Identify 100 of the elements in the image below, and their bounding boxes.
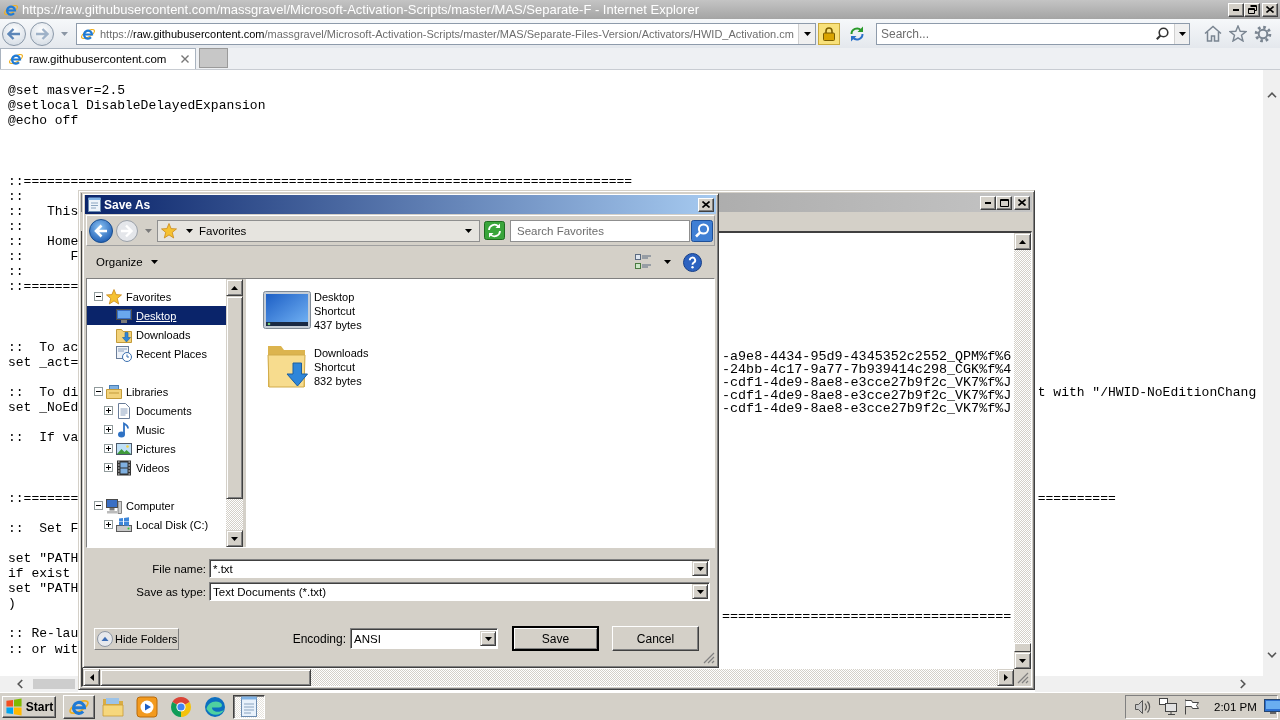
encoding-dropdown[interactable]: ANSI (350, 628, 498, 649)
collapse-icon[interactable] (94, 292, 103, 301)
search-icon (1155, 27, 1169, 40)
scroll-down-button[interactable] (1014, 652, 1031, 669)
file-type-dropdown[interactable]: Text Documents (*.txt) (209, 582, 710, 601)
dropdown-button[interactable] (692, 561, 708, 576)
tree-item[interactable]: Music (104, 420, 165, 439)
search-field[interactable]: Search... (881, 25, 1154, 42)
scroll-left-button[interactable] (83, 669, 100, 686)
vertical-scrollbar[interactable] (226, 279, 243, 547)
start-button[interactable]: Start (2, 695, 56, 718)
vertical-scrollbar[interactable] (1263, 70, 1280, 692)
code-line: :: F (8, 249, 79, 265)
down-chevron-icon[interactable] (1266, 652, 1277, 658)
tree-item[interactable]: Recent Places (116, 344, 207, 363)
horizontal-scrollbar[interactable] (1035, 676, 1263, 692)
file-item[interactable]: Downloads Shortcut 832 bytes (263, 343, 369, 399)
show-desktop-button[interactable] (1263, 699, 1280, 714)
location-bar[interactable]: Favorites (157, 219, 480, 242)
security-lock-button[interactable] (818, 22, 840, 45)
left-chevron-icon[interactable] (17, 679, 23, 689)
dropdown-button[interactable] (692, 584, 708, 599)
code-line: -a9e8-4434-95d9-4345352c2552_QPM%f%6 (722, 350, 1012, 363)
collapse-icon[interactable] (94, 501, 103, 510)
flag-icon[interactable] (1184, 698, 1200, 715)
windows-flag-icon (4, 697, 23, 716)
close-button[interactable] (1262, 2, 1278, 17)
speaker-icon[interactable] (1135, 698, 1152, 715)
dropdown-button[interactable] (1174, 23, 1189, 44)
scroll-up-button[interactable] (226, 279, 243, 296)
taskbar-button[interactable] (233, 694, 265, 719)
scroll-down-button[interactable] (226, 530, 243, 547)
search-button[interactable] (1154, 25, 1170, 42)
help-button[interactable] (683, 252, 702, 272)
network-icon[interactable] (1159, 698, 1177, 715)
expand-icon[interactable] (104, 425, 113, 434)
up-chevron-icon[interactable] (1266, 92, 1277, 98)
search-field[interactable]: Search Favorites (510, 219, 690, 242)
tree-item[interactable]: Documents (104, 401, 192, 420)
expand-icon[interactable] (104, 406, 113, 415)
back-button[interactable] (89, 218, 113, 243)
vertical-scrollbar[interactable] (1014, 233, 1031, 669)
expand-icon[interactable] (104, 520, 113, 529)
maximize-button[interactable] (996, 195, 1012, 210)
horizontal-scrollbar[interactable] (0, 676, 78, 692)
resize-grip-icon[interactable] (1017, 672, 1029, 684)
browser-tab[interactable]: raw.githubusercontent.com (0, 48, 196, 69)
tree-item[interactable]: Favorites (94, 287, 172, 306)
hide-folders-button[interactable]: Hide Folders (94, 627, 179, 650)
resize-grip-icon[interactable] (703, 652, 715, 664)
refresh-button[interactable] (483, 219, 506, 242)
breadcrumb-button[interactable]: Favorites (197, 221, 249, 240)
dropdown-button[interactable] (798, 23, 815, 44)
code-line: set "PATH (8, 550, 79, 567)
right-chevron-icon[interactable] (1240, 679, 1246, 689)
close-button[interactable] (1014, 195, 1030, 210)
tree-item[interactable]: Downloads (116, 325, 191, 344)
minimize-button[interactable] (980, 195, 996, 210)
code-line: if exist (8, 566, 71, 582)
code-line: -cdf1-4de9-8ae8-e3cce27b9f2c_VK7%f%J (722, 389, 1012, 402)
search-box[interactable]: Search... (876, 22, 1190, 45)
file-item[interactable]: Desktop Shortcut 437 bytes (263, 287, 362, 343)
organize-button[interactable]: Organize (96, 251, 158, 273)
dialog-button[interactable]: Cancel (612, 626, 699, 651)
scroll-up-button[interactable] (1014, 233, 1031, 250)
expand-icon[interactable] (104, 444, 113, 453)
tree-item[interactable]: Videos (104, 458, 170, 477)
tree-item[interactable]: Computer (94, 496, 175, 515)
tree-item[interactable]: Libraries (94, 382, 169, 401)
search-button[interactable] (691, 219, 713, 242)
close-tab-button[interactable] (179, 53, 191, 65)
file-size: 832 bytes (314, 374, 362, 388)
minimize-button[interactable] (1228, 2, 1244, 17)
collapse-icon[interactable] (94, 387, 103, 396)
dialog-button[interactable]: Save (512, 626, 599, 651)
view-options-button[interactable] (635, 254, 652, 270)
clock[interactable]: 2:01 PM (1214, 700, 1257, 713)
address-bar[interactable]: https://raw.githubusercontent.com/massgravel/Microsoft-Activation-Scripts/master/MAS/Separate-Files-Version/Activators/HWID_Activation.cm (76, 22, 816, 45)
view-dropdown-button[interactable] (663, 257, 672, 267)
tree-item[interactable]: Local Disk (C:) (104, 515, 209, 534)
expand-icon[interactable] (104, 463, 113, 472)
file-name-field[interactable]: *.txt (213, 561, 692, 576)
file-name-combo[interactable]: *.txt (209, 559, 710, 578)
tree-item[interactable]: Desktop (87, 306, 226, 325)
restore-button[interactable] (1244, 2, 1260, 17)
favorites-button[interactable] (1227, 22, 1249, 45)
back-button[interactable] (2, 21, 26, 46)
close-button[interactable] (698, 197, 714, 212)
dialog-title: Save As (104, 197, 151, 212)
scrollbar-thumb[interactable] (33, 679, 75, 689)
scrollbar-thumb[interactable] (226, 296, 243, 499)
padlock-icon (823, 26, 835, 41)
file-type: Shortcut (314, 304, 355, 318)
horizontal-scrollbar[interactable] (83, 669, 1014, 686)
code-line: :: or wit (8, 641, 79, 657)
computer-icon (106, 497, 122, 514)
scroll-right-button[interactable] (997, 669, 1014, 686)
scrollbar-thumb[interactable] (100, 669, 311, 686)
tree-item[interactable]: Pictures (104, 439, 176, 458)
dropdown-button[interactable] (480, 631, 496, 646)
